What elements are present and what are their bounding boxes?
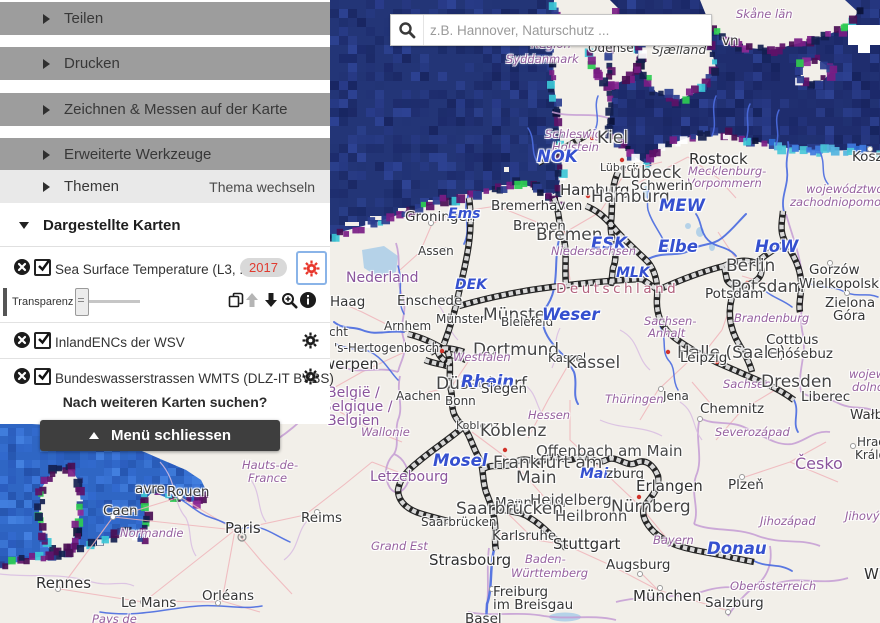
sidebar-panel: Teilen Drucken Zeichnen & Messen auf der… xyxy=(0,0,330,424)
layer-row-inlandencs: InlandENCs der WSV xyxy=(0,324,330,358)
app-window: Skåne länSjællandRegionSyddanmarkOdensev… xyxy=(0,0,880,623)
slider-track[interactable] xyxy=(85,300,140,303)
transparency-row: Transparenz xyxy=(0,286,330,320)
layer-visibility-checkbox[interactable] xyxy=(34,332,51,349)
layer-name: InlandENCs der WSV xyxy=(55,335,185,350)
layer-settings-button[interactable] xyxy=(302,332,319,349)
chevron-right-icon xyxy=(43,59,50,69)
displayed-maps-header[interactable]: Dargestellte Karten xyxy=(0,204,330,247)
sidebar-item-label: Erweiterte Werkzeuge xyxy=(64,146,211,163)
search-box xyxy=(390,14,712,46)
layer-row-sst: Sea Surface Temperature (L3, ... 2017 xyxy=(0,248,330,286)
chevron-right-icon xyxy=(43,182,50,192)
close-menu-button[interactable]: Menü schliessen xyxy=(40,420,280,451)
chevron-up-icon xyxy=(89,432,99,439)
divider xyxy=(0,322,330,323)
sidebar-item-label: Drucken xyxy=(64,55,120,72)
transparency-slider[interactable] xyxy=(75,286,145,318)
search-icon[interactable] xyxy=(391,15,423,45)
sidebar-item-drucken[interactable]: Drucken xyxy=(0,47,330,80)
sidebar-item-erweiterte-werkzeuge[interactable]: Erweiterte Werkzeuge xyxy=(0,138,330,171)
layer-info-icon[interactable] xyxy=(300,292,318,310)
layer-drag-handle[interactable] xyxy=(3,288,7,316)
sidebar-item-label: Teilen xyxy=(64,10,103,27)
chevron-right-icon xyxy=(43,14,50,24)
layer-settings-button-active[interactable] xyxy=(296,251,327,285)
layer-year-badge: 2017 xyxy=(240,258,287,277)
sidebar-item-zeichnen-messen[interactable]: Zeichnen & Messen auf der Karte xyxy=(0,93,330,126)
layer-row-bundeswasserstrassen: Bundeswasserstrassen WMTS (DLZ-IT BVBS) xyxy=(0,360,330,394)
search-input[interactable] xyxy=(423,15,711,45)
chevron-right-icon xyxy=(43,150,50,160)
remove-layer-button[interactable] xyxy=(14,368,30,384)
chevron-down-icon xyxy=(19,222,29,229)
layer-name: Bundeswasserstrassen WMTS (DLZ-IT BVBS) xyxy=(55,371,334,386)
sidebar-item-teilen[interactable]: Teilen xyxy=(0,2,330,35)
slider-handle[interactable] xyxy=(75,288,89,316)
remove-layer-button[interactable] xyxy=(14,259,30,275)
transparency-label: Transparenz xyxy=(12,296,73,308)
move-layer-up-icon[interactable] xyxy=(244,292,262,310)
sidebar-item-label: Themen xyxy=(64,178,119,195)
layer-visibility-checkbox[interactable] xyxy=(34,368,51,385)
remove-layer-button[interactable] xyxy=(14,332,30,348)
displayed-maps-title: Dargestellte Karten xyxy=(43,217,181,234)
layer-visibility-checkbox[interactable] xyxy=(34,259,51,276)
close-menu-label: Menü schliessen xyxy=(111,427,231,444)
divider xyxy=(0,358,330,359)
sidebar-item-themen[interactable]: Themen Thema wechseln xyxy=(0,170,330,203)
chevron-right-icon xyxy=(43,105,50,115)
layer-name: Sea Surface Temperature (L3, ... xyxy=(55,262,251,277)
sidebar-item-label: Zeichnen & Messen auf der Karte xyxy=(64,101,287,118)
layer-settings-button[interactable] xyxy=(302,368,319,385)
move-layer-down-icon[interactable] xyxy=(263,292,281,310)
change-theme-link[interactable]: Thema wechseln xyxy=(209,179,315,195)
zoom-to-layer-icon[interactable] xyxy=(281,292,299,310)
search-more-maps-link[interactable]: Nach weiteren Karten suchen? xyxy=(0,394,330,410)
